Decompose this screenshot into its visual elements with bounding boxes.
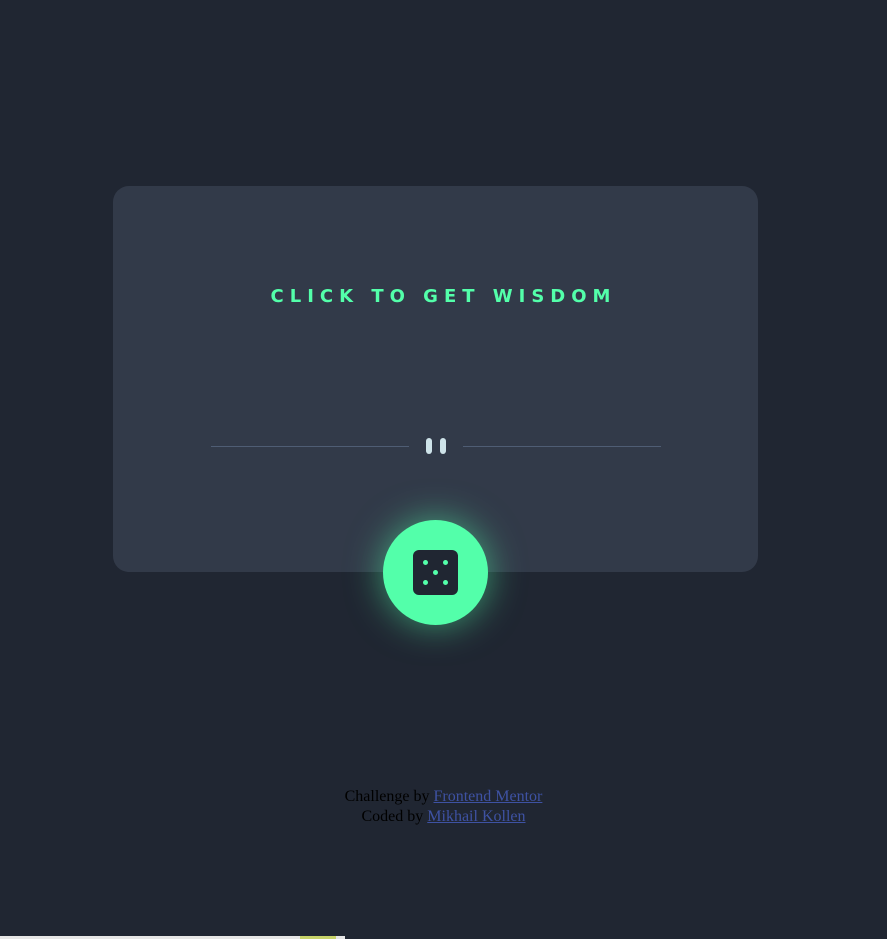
page-background: { "advice": { "text": "CLICK TO GET WISD…	[0, 0, 887, 939]
divider-line-left	[211, 446, 409, 447]
challenge-prefix: Challenge by	[344, 788, 430, 805]
frontend-mentor-link[interactable]: Frontend Mentor	[434, 788, 543, 805]
divider-line-right	[463, 446, 661, 447]
divider	[211, 436, 661, 456]
advice-card	[113, 186, 758, 572]
pause-icon	[425, 438, 447, 454]
attribution: Challenge by Frontend Mentor Coded by Mi…	[0, 787, 887, 827]
challenge-attribution-line: Challenge by Frontend Mentor	[0, 787, 887, 807]
coded-prefix: Coded by	[361, 808, 424, 825]
dice-button[interactable]	[383, 520, 488, 625]
author-link[interactable]: Mikhail Kollen	[427, 808, 525, 825]
dice-icon	[413, 550, 458, 595]
coded-by-attribution-line: Coded by Mikhail Kollen	[0, 807, 887, 827]
advice-text: CLICK TO GET WISDOM	[270, 286, 617, 307]
